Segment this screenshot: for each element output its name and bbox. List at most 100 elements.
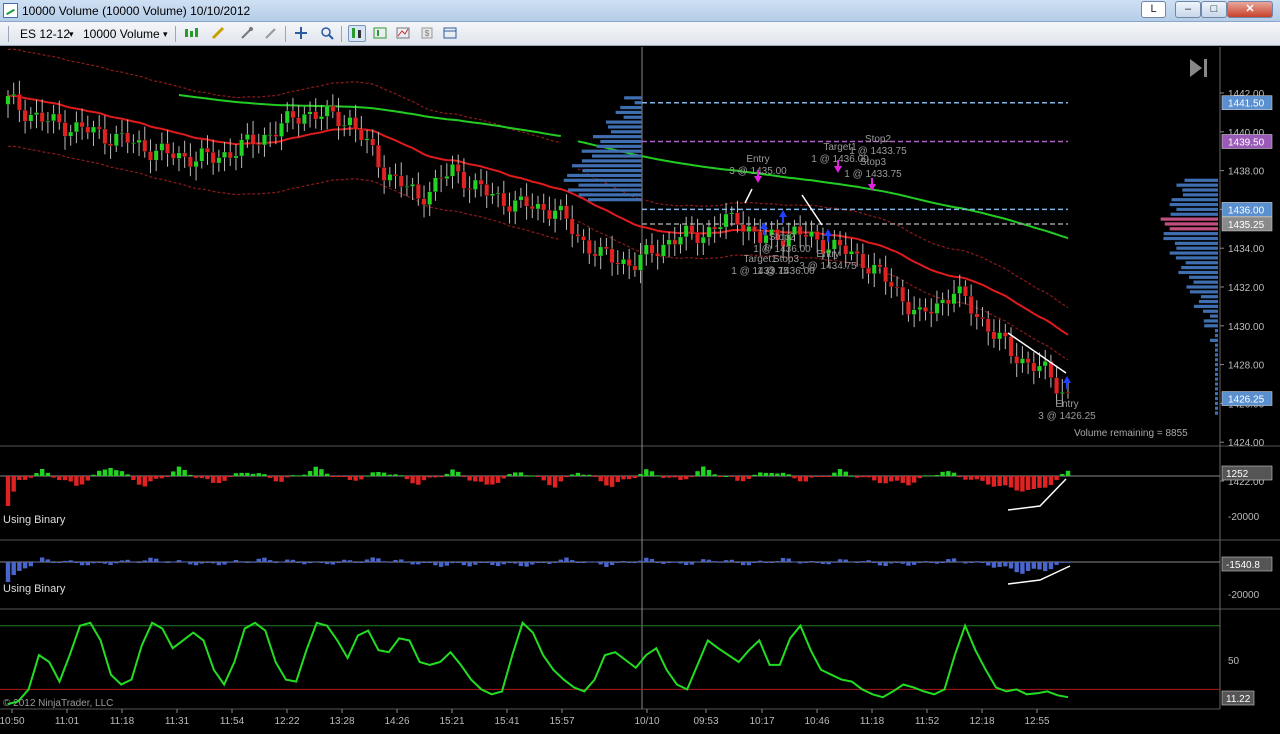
properties-icon[interactable] bbox=[371, 25, 389, 42]
histogram-bar bbox=[410, 476, 415, 484]
remove-drawings-icon[interactable] bbox=[262, 25, 280, 42]
chart-area[interactable]: 1442.001440.001438.001436.001434.001432.… bbox=[0, 47, 1280, 734]
volume-profile-bar bbox=[605, 120, 642, 124]
strategies-icon[interactable]: $ bbox=[418, 25, 436, 42]
histogram-bar bbox=[649, 558, 655, 562]
volume-profile-bar bbox=[1189, 290, 1218, 294]
histogram-bar bbox=[872, 476, 877, 481]
chart-trader-icon[interactable] bbox=[441, 25, 459, 42]
histogram-bar bbox=[775, 561, 780, 563]
histogram-bar bbox=[951, 558, 957, 562]
histogram-bar bbox=[615, 561, 620, 563]
volume-profile-bar bbox=[620, 105, 642, 110]
histogram-bar bbox=[74, 476, 79, 486]
period-dropdown-icon[interactable]: ▾ bbox=[163, 29, 168, 40]
histogram-bar bbox=[381, 472, 387, 476]
histogram-bar bbox=[250, 561, 256, 563]
histogram-bar bbox=[980, 476, 985, 481]
candle-body bbox=[1002, 332, 1008, 337]
histogram-bar bbox=[324, 562, 330, 565]
histogram-bar bbox=[758, 560, 763, 562]
drawing-tool-icon[interactable] bbox=[209, 25, 227, 42]
histogram-bar bbox=[1020, 562, 1025, 574]
histogram-bar bbox=[62, 560, 68, 562]
histogram-bar bbox=[359, 476, 364, 480]
histogram-bar bbox=[473, 562, 478, 565]
candle-body bbox=[866, 267, 871, 274]
histogram-bar bbox=[883, 562, 888, 567]
histogram-bar bbox=[1060, 561, 1065, 563]
candle-body bbox=[188, 156, 193, 168]
candle-body bbox=[478, 179, 484, 185]
indicators-icon[interactable] bbox=[394, 25, 412, 42]
histogram-bar bbox=[666, 476, 672, 478]
histogram-bar bbox=[701, 559, 706, 562]
histogram-bar bbox=[188, 562, 193, 565]
histogram-bar bbox=[353, 562, 358, 563]
close-button[interactable]: ✕ bbox=[1227, 1, 1273, 18]
candle-body bbox=[529, 205, 535, 210]
histogram-bar bbox=[250, 473, 256, 476]
data-box-icon[interactable] bbox=[348, 25, 366, 42]
histogram-bar bbox=[746, 562, 752, 566]
candle-body bbox=[455, 164, 461, 172]
candle-body bbox=[165, 143, 170, 154]
volume-profile-bar bbox=[1215, 401, 1218, 405]
minimize-button[interactable]: – bbox=[1175, 1, 1201, 18]
link-button[interactable]: L bbox=[1141, 1, 1166, 18]
candle-body bbox=[501, 192, 507, 207]
histogram-bar bbox=[370, 472, 375, 476]
candle-body bbox=[666, 239, 672, 245]
lower-band-line bbox=[8, 145, 561, 241]
crosshair-icon[interactable] bbox=[292, 25, 310, 42]
candle-body bbox=[831, 239, 837, 250]
volume-profile-bar bbox=[634, 101, 642, 105]
histogram-bar bbox=[5, 476, 11, 506]
candle-body bbox=[558, 205, 564, 211]
candle-body bbox=[632, 265, 638, 271]
candle-body bbox=[404, 186, 410, 188]
histogram-bar bbox=[319, 469, 324, 476]
histogram-bar bbox=[587, 474, 592, 476]
histogram-bar bbox=[877, 562, 883, 566]
candle-body bbox=[586, 239, 592, 255]
histogram-bar bbox=[262, 474, 267, 476]
instrument-selector[interactable]: ES 12-12 bbox=[20, 27, 70, 41]
histogram-bar bbox=[131, 561, 136, 563]
histogram-bar bbox=[752, 474, 757, 476]
histogram-bar bbox=[513, 472, 518, 476]
histogram-bar bbox=[951, 472, 957, 476]
candlestick-style-icon[interactable] bbox=[182, 25, 200, 42]
histogram-bar bbox=[1048, 562, 1054, 570]
histogram-bar bbox=[763, 561, 769, 563]
histogram-bar bbox=[153, 558, 159, 562]
histogram-bar bbox=[940, 471, 945, 476]
candle-body bbox=[341, 125, 347, 127]
histogram-bar bbox=[530, 562, 535, 565]
candle-body bbox=[227, 151, 233, 159]
candle-body bbox=[923, 307, 928, 312]
instrument-dropdown-icon[interactable]: ▾ bbox=[69, 29, 74, 40]
candle-body bbox=[290, 110, 296, 118]
upper-band-line bbox=[7, 48, 561, 144]
histogram-bar bbox=[1025, 562, 1031, 571]
volume-profile-bar bbox=[1215, 392, 1218, 396]
candle-body bbox=[968, 296, 974, 314]
copyright-label: © 2012 NinjaTrader, LLC bbox=[3, 698, 113, 709]
histogram-bar bbox=[404, 476, 410, 480]
zoom-icon[interactable] bbox=[318, 25, 336, 42]
histogram-bar bbox=[501, 476, 507, 479]
histogram-bar bbox=[957, 561, 962, 563]
global-draw-icon[interactable] bbox=[238, 25, 256, 42]
histogram-bar bbox=[342, 476, 347, 477]
maximize-button[interactable]: □ bbox=[1201, 1, 1227, 18]
volume-profile-bar bbox=[1171, 198, 1218, 202]
trade-annotation-title: Entry bbox=[816, 249, 839, 260]
candle-body bbox=[683, 225, 689, 238]
candle-body bbox=[928, 311, 934, 314]
histogram-bar bbox=[946, 559, 951, 562]
volume-profile-bar bbox=[1169, 251, 1218, 255]
period-selector[interactable]: 10000 Volume bbox=[83, 27, 160, 41]
candle-body bbox=[854, 251, 860, 254]
chart-canvas[interactable]: 1442.001440.001438.001436.001434.001432.… bbox=[0, 47, 1280, 734]
